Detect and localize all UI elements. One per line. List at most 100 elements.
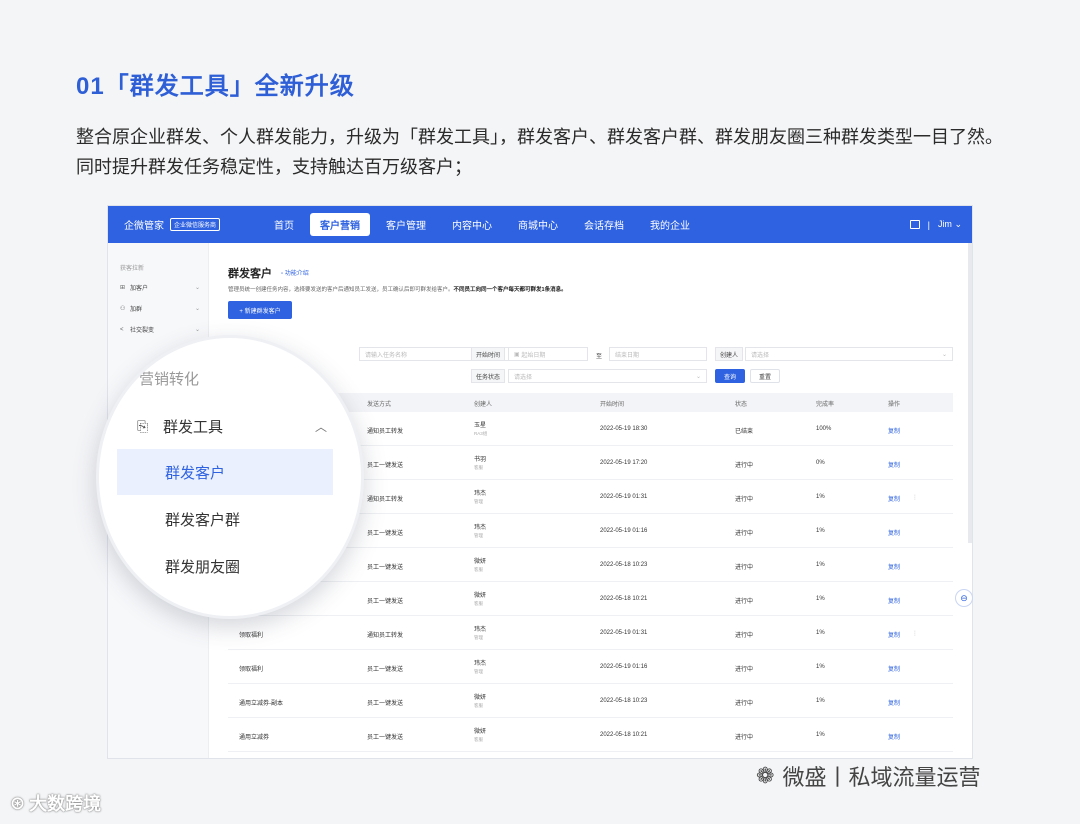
menu-broadcast-tools[interactable]: ⎘ 群发工具 ︿ [137,416,327,437]
creator-name: 书羽 [474,457,487,463]
completion-rate: 1% [816,562,825,568]
sidebar-item-social[interactable]: < 社交裂变 ⌄ [120,325,200,335]
start-date-placeholder: 起始日期 [521,352,546,359]
menu-label: 群发工具 [163,419,224,436]
nav-item-marketing[interactable]: 客户营销 [310,213,371,236]
send-method: 通知员工转发 [367,633,404,639]
copy-link[interactable]: 复制 [888,732,900,741]
grid-icon: ⊞ [120,285,126,291]
creator: 玮杰 管理 [474,488,486,505]
sidebar-item-add-customer[interactable]: ⊞ 加客户 ⌄ [120,283,200,292]
menu-item-broadcast-groups[interactable]: 群发客户群 [165,509,240,530]
chevron-down-icon: ⌄ [194,285,200,291]
start-time: 2022-05-19 18:30 [600,426,648,432]
copy-link[interactable]: 复制 [888,426,900,435]
calendar-icon: ▣ [514,351,520,358]
copy-link[interactable]: 复制 [888,630,900,639]
creator-select[interactable]: 请选择 ⌄ [745,347,953,361]
start-time: 2022-05-18 10:23 [600,698,648,704]
send-method: 通知员工转发 [367,429,404,435]
user-name: Jim [937,219,952,229]
chat-icon: ⊖ [960,592,968,603]
scrollbar[interactable] [968,243,972,543]
end-date-input[interactable]: 结束日期 [609,347,707,361]
creator: 微妍 客服 [474,590,486,607]
section-heading: 01「群发工具」全新升级 [76,73,355,100]
creator-name: 微妍 [474,593,487,599]
status-select[interactable]: 请选择 ⌄ [508,369,707,383]
creator-name: 玮杰 [474,627,487,633]
user-menu[interactable]: Jim ⌄ [938,219,962,230]
nav-item-enterprise[interactable]: 我的企业 [640,213,700,236]
status: 进行中 [735,701,754,707]
copy-link[interactable]: 复制 [888,698,900,707]
send-method: 员工一键发送 [367,531,404,537]
creator: 玉星 RA3组 [474,420,487,437]
copy-link[interactable]: 复制 [888,562,900,571]
nav-item-home[interactable]: 首页 [264,213,304,236]
reset-button[interactable]: 重置 [750,369,780,383]
task-name: 通用立减券-副本 [239,701,283,707]
start-time: 2022-05-19 01:31 [600,630,648,636]
task-name: 通用立减券 [239,735,270,741]
chevron-down-icon: ⌄ [941,351,947,358]
logo-icon: ⊛ [10,792,26,813]
creator-name: 微妍 [474,559,487,565]
status: 进行中 [735,633,754,639]
start-time: 2022-05-19 01:31 [600,494,648,500]
new-broadcast-button[interactable]: + 新建群发客户 [228,301,292,319]
status: 进行中 [735,599,754,605]
brand[interactable]: 企微管家 企业微信服务商 [124,217,221,232]
nav-item-customers[interactable]: 客户管理 [376,213,436,236]
page-title: 群发客户 [228,268,272,280]
copy-link[interactable]: 复制 [888,494,900,503]
menu-item-broadcast-moments[interactable]: 群发朋友圈 [165,556,240,577]
copy-link[interactable]: 复制 [888,460,900,469]
completion-rate: 1% [816,494,825,500]
task-name: 领取福利 [239,667,264,673]
table-row: 通用立减券 员工一键发送 微妍 客服 2022-05-18 10:21 进行中 1… [228,718,953,752]
completion-rate: 1% [816,698,825,704]
message-icon[interactable] [909,220,920,229]
creator-dept: 客服 [474,601,483,606]
column-header: 状态 [735,402,748,408]
share-icon: < [120,326,124,333]
broadcast-icon: ⎘ [137,418,149,434]
feature-intro-link[interactable]: ▫ 功能介绍 [281,268,309,277]
menu-item-broadcast-customers[interactable]: 群发客户 [165,462,225,483]
creator-dept: 客服 [474,465,483,470]
column-header: 操作 [888,402,901,408]
start-date-input[interactable]: ▣ 起始日期 [508,347,588,361]
sidebar-item-add-group[interactable]: ⚇ 加群 ⌄ [120,304,200,313]
creator-name: 微妍 [474,729,487,735]
status: 已结束 [735,429,754,435]
status: 进行中 [735,531,754,537]
completion-rate: 100% [816,426,832,432]
page-description: 管理员统一创建任务内容，选择要发送的客户后通知员工发送，员工确认后即可群发给客户… [228,285,567,293]
wechat-icon: ❁ [756,763,775,788]
query-button[interactable]: 查询 [715,369,745,383]
copy-link[interactable]: 复制 [888,528,900,537]
copy-link[interactable]: 复制 [888,664,900,673]
status: 进行中 [735,497,754,503]
status: 进行中 [735,735,754,741]
nav-item-content[interactable]: 内容中心 [442,213,502,236]
creator: 微妍 客服 [474,556,486,573]
nav-item-mall[interactable]: 商城中心 [508,213,568,236]
completion-rate: 1% [816,732,825,738]
completion-rate: 1% [816,596,825,602]
more-icon[interactable]: ⋮ [912,494,918,501]
more-icon[interactable]: ⋮ [912,630,918,637]
start-time: 2022-05-19 01:16 [600,664,648,670]
nav-item-archive[interactable]: 会话存档 [574,213,634,236]
creator-dept: RA3组 [474,431,488,436]
completion-rate: 0% [816,460,825,466]
nav-right: | Jim ⌄ [909,219,962,230]
creator-dept: 管理 [474,533,483,538]
creator: 玮杰 管理 [474,658,486,675]
chat-float-button[interactable]: ⊖ [955,589,973,607]
creator-name: 玉星 [474,423,487,429]
sidebar-group-label: 获客拉新 [120,266,145,272]
copy-link[interactable]: 复制 [888,596,900,605]
send-method: 员工一键发送 [367,735,404,741]
